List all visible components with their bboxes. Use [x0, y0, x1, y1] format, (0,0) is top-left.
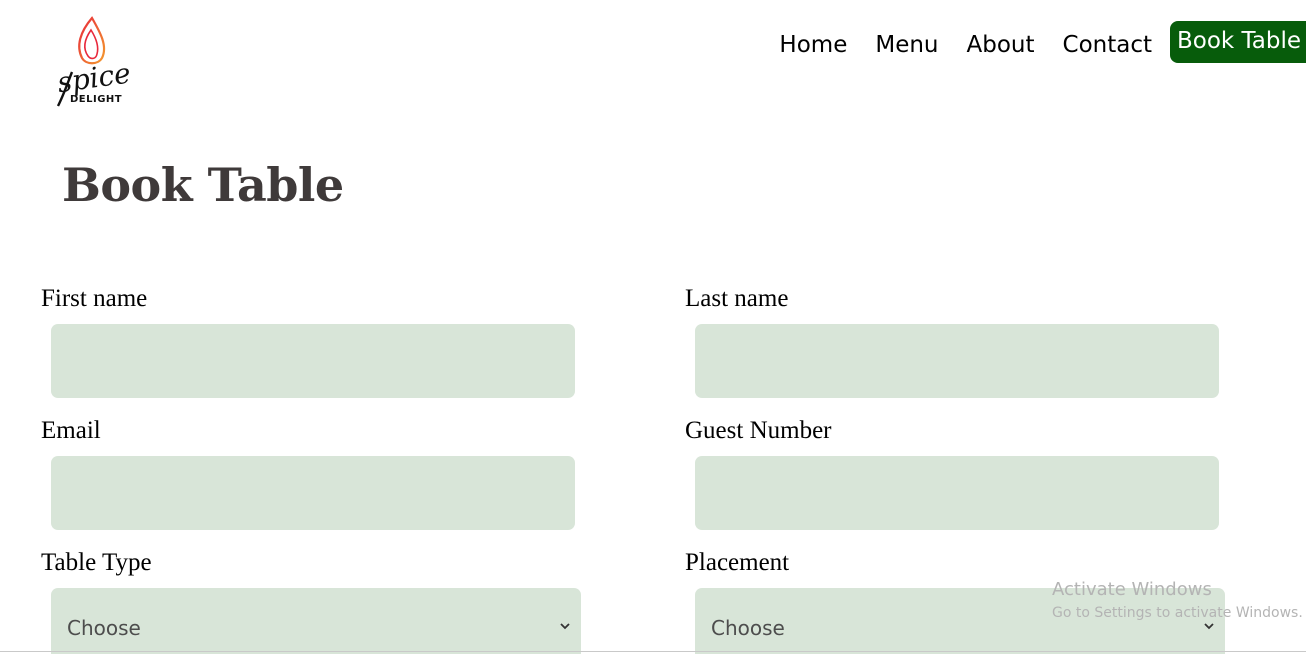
- table-type-label: Table Type: [41, 549, 152, 576]
- table-type-select[interactable]: Choose: [51, 588, 581, 654]
- nav-about-link[interactable]: About: [967, 32, 1035, 58]
- last-name-label: Last name: [685, 285, 789, 312]
- logo-subtitle: DELIGHT: [70, 94, 122, 105]
- table-type-value: Choose: [67, 616, 141, 640]
- first-name-input[interactable]: [51, 324, 575, 398]
- guest-number-input[interactable]: [695, 456, 1219, 530]
- bottom-divider: [0, 651, 1306, 652]
- chevron-down-icon: [560, 623, 570, 630]
- email-label: Email: [41, 417, 101, 444]
- flame-logo-icon: spice DELIGHT: [55, 16, 133, 107]
- placement-select[interactable]: Choose: [695, 588, 1225, 654]
- nav-menu-link[interactable]: Menu: [875, 32, 938, 58]
- logo-word: spice: [55, 56, 132, 99]
- placement-label: Placement: [685, 549, 790, 576]
- main-nav: Home Menu About Contact Book Table: [779, 20, 1306, 64]
- nav-contact-link[interactable]: Contact: [1063, 32, 1152, 58]
- email-input[interactable]: [51, 456, 575, 530]
- nav-home-link[interactable]: Home: [779, 32, 847, 58]
- last-name-input[interactable]: [695, 324, 1219, 398]
- first-name-label: First name: [41, 285, 148, 312]
- book-table-button[interactable]: Book Table: [1170, 21, 1306, 63]
- chevron-down-icon: [1204, 623, 1214, 630]
- placement-value: Choose: [711, 616, 785, 640]
- brand-logo[interactable]: spice DELIGHT: [50, 14, 134, 114]
- guest-number-label: Guest Number: [685, 417, 832, 444]
- page-title: Book Table: [62, 158, 344, 212]
